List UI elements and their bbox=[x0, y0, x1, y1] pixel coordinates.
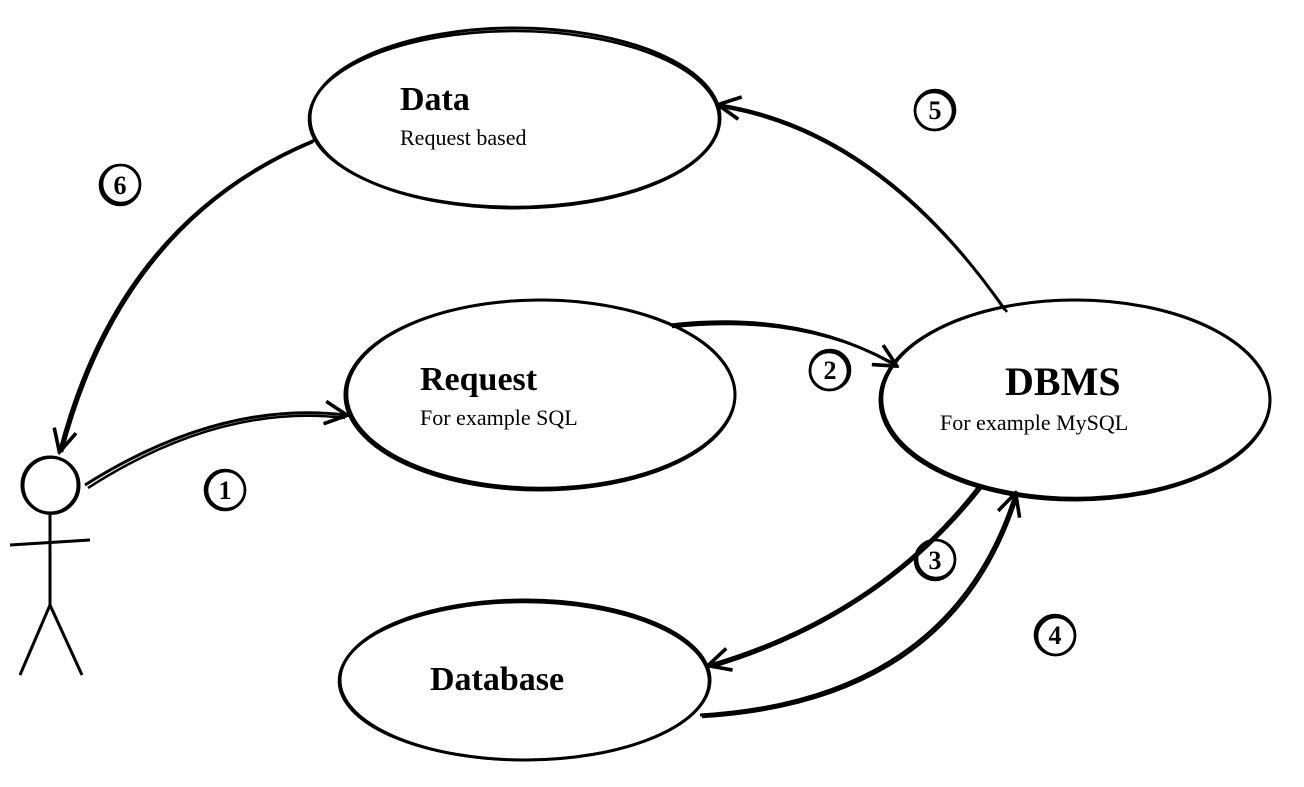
step-badge-3: 3 bbox=[915, 540, 955, 580]
node-dbms-subtitle: For example MySQL bbox=[940, 410, 1128, 435]
node-data-subtitle: Request based bbox=[400, 125, 526, 150]
arrow-5 bbox=[720, 105, 1005, 310]
arrow-3 bbox=[710, 485, 980, 665]
node-database-title: Database bbox=[430, 661, 564, 698]
step-badge-2: 2 bbox=[810, 350, 850, 390]
step-badge-6: 6 bbox=[100, 165, 140, 205]
arrow-6 bbox=[60, 140, 315, 450]
node-request: Request For example SQL bbox=[345, 300, 735, 490]
step-badge-5: 5 bbox=[915, 90, 955, 130]
step-badge-1: 1 bbox=[205, 470, 245, 510]
node-request-title: Request bbox=[420, 361, 538, 398]
node-dbms-title: DBMS bbox=[1005, 359, 1121, 404]
node-request-subtitle: For example SQL bbox=[420, 405, 578, 430]
svg-text:3: 3 bbox=[929, 546, 942, 575]
node-database: Database bbox=[339, 600, 710, 760]
node-data-title: Data bbox=[400, 81, 470, 118]
svg-text:1: 1 bbox=[219, 476, 232, 505]
svg-text:2: 2 bbox=[824, 356, 837, 385]
node-data: Data Request based bbox=[309, 28, 720, 208]
actor-user bbox=[10, 457, 90, 675]
step-badge-4: 4 bbox=[1035, 615, 1075, 655]
node-dbms: DBMS For example MySQL bbox=[880, 300, 1270, 500]
svg-text:4: 4 bbox=[1049, 621, 1062, 650]
svg-text:5: 5 bbox=[929, 96, 942, 125]
svg-text:6: 6 bbox=[114, 171, 127, 200]
dbms-flow-diagram: Data Request based Request For example S… bbox=[0, 0, 1304, 787]
